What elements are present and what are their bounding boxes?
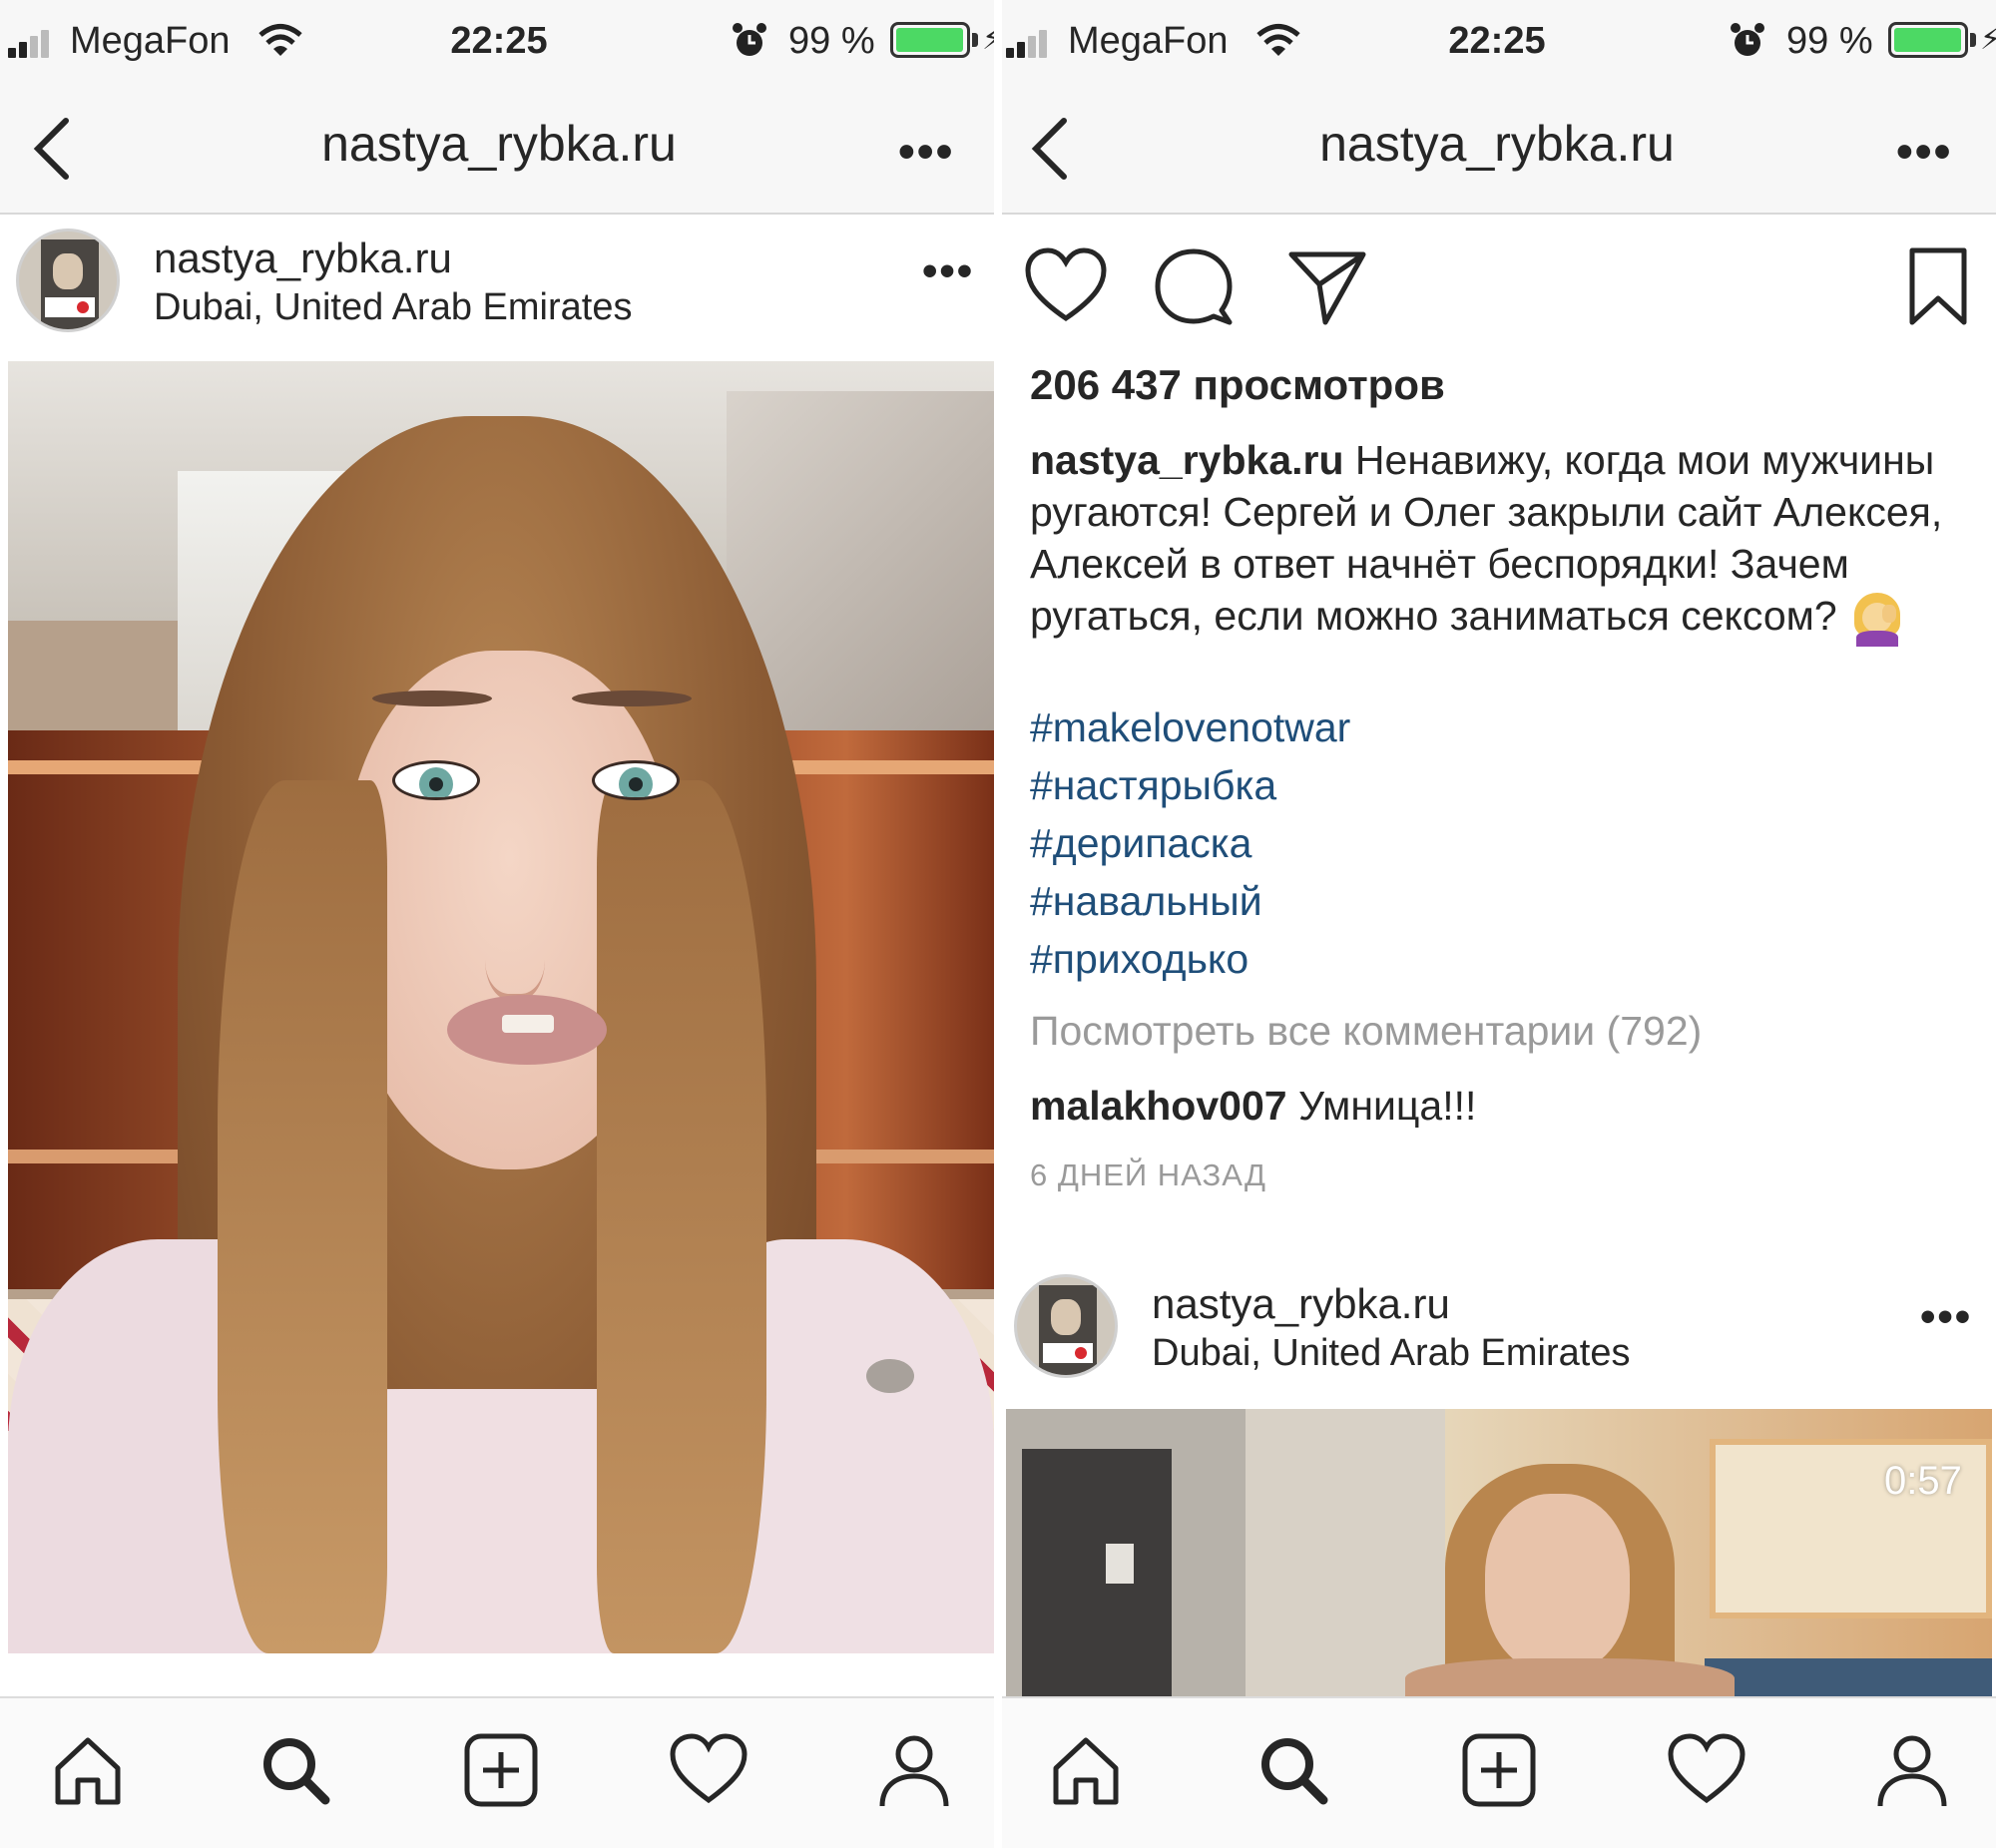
save-button[interactable] <box>1896 244 1980 328</box>
post-more-button[interactable]: ••• <box>1920 1292 1972 1342</box>
tab-bar <box>0 1696 998 1848</box>
avatar[interactable] <box>16 229 120 332</box>
activity-heart-icon <box>670 1733 748 1804</box>
nav-title: nastya_rybka.ru <box>1319 116 1675 172</box>
phone-screen-left: MegaFon 22:25 99 % ⚡ nastya_rybka.ru •••… <box>0 0 998 1848</box>
bookmark-icon <box>1909 247 1967 325</box>
post-more-button[interactable]: ••• <box>922 246 974 296</box>
alarm-icon <box>733 23 766 56</box>
tab-profile[interactable] <box>874 1730 954 1810</box>
post-header: nastya_rybka.ru Dubai, United Arab Emira… <box>0 217 998 361</box>
like-button[interactable] <box>1024 244 1108 328</box>
battery-percent: 99 % <box>1786 20 1873 62</box>
battery-percent: 99 % <box>788 20 875 62</box>
charging-bolt-icon: ⚡ <box>1980 23 1996 56</box>
tab-profile[interactable] <box>1872 1730 1952 1810</box>
post-video[interactable]: 0:57 <box>1006 1409 1992 1696</box>
comment-row: malakhov007 Умница!!! <box>1030 1083 1476 1130</box>
hashtag-link[interactable]: #приходько <box>1030 930 1350 988</box>
battery-fill <box>1894 28 1962 52</box>
nav-bar: nastya_rybka.ru ••• <box>998 85 1996 215</box>
battery-cap <box>972 33 978 47</box>
video-duration: 0:57 <box>1884 1459 1962 1503</box>
tab-search[interactable] <box>1253 1730 1333 1810</box>
hashtag-link[interactable]: #навальный <box>1030 872 1350 930</box>
nav-title: nastya_rybka.ru <box>321 116 677 172</box>
post-caption: nastya_rybka.ru Ненавижу, когда мои мужч… <box>1030 434 1978 648</box>
nav-more-button[interactable]: ••• <box>1896 125 1952 180</box>
home-icon <box>55 1737 121 1805</box>
screenshot-divider <box>994 0 1002 1848</box>
hashtag-list: #makelovenotwar #настярыбка #дерипаска #… <box>1030 698 1350 988</box>
view-all-comments-link[interactable]: Посмотреть все комментарии (792) <box>1030 1008 1702 1055</box>
hashtag-link[interactable]: #настярыбка <box>1030 756 1350 814</box>
activity-heart-icon <box>1668 1733 1746 1804</box>
post-location[interactable]: Dubai, United Arab Emirates <box>1152 1332 1630 1375</box>
phone-screen-right: MegaFon 22:25 99 % ⚡ nastya_rybka.ru ••• <box>998 0 1996 1848</box>
tab-home[interactable] <box>1046 1730 1126 1810</box>
comment-text: Умница!!! <box>1297 1083 1477 1129</box>
search-icon <box>263 1738 330 1805</box>
post-photo[interactable] <box>8 361 994 1653</box>
battery-icon <box>890 22 970 58</box>
comment-username[interactable]: malakhov007 <box>1030 1083 1287 1129</box>
post-timestamp: 6 ДНЕЙ НАЗАД <box>1030 1157 1266 1192</box>
search-icon <box>1261 1738 1328 1805</box>
post-username[interactable]: nastya_rybka.ru <box>1152 1280 1450 1328</box>
nav-more-button[interactable]: ••• <box>898 125 954 180</box>
battery-cap <box>1970 33 1976 47</box>
tab-add-post[interactable] <box>461 1730 541 1810</box>
hashtag-link[interactable]: #дерипаска <box>1030 814 1350 872</box>
comment-button[interactable] <box>1152 244 1236 328</box>
share-icon <box>1288 251 1366 325</box>
woman-facepalming-emoji-icon <box>1848 591 1906 648</box>
like-heart-icon <box>1025 247 1107 322</box>
post-location[interactable]: Dubai, United Arab Emirates <box>154 286 632 329</box>
status-bar: MegaFon 22:25 99 % ⚡ <box>998 0 1996 85</box>
profile-icon <box>879 1735 949 1807</box>
post-username[interactable]: nastya_rybka.ru <box>154 234 452 282</box>
avatar[interactable] <box>1014 1274 1118 1378</box>
tab-bar <box>998 1696 1996 1848</box>
comment-icon <box>1155 248 1233 325</box>
add-post-icon <box>1462 1733 1536 1807</box>
add-post-icon <box>464 1733 538 1807</box>
tab-search[interactable] <box>255 1730 335 1810</box>
tab-activity[interactable] <box>1667 1730 1746 1810</box>
tab-activity[interactable] <box>669 1730 748 1810</box>
share-button[interactable] <box>1285 244 1369 328</box>
post-header: nastya_rybka.ru Dubai, United Arab Emira… <box>998 1262 1996 1407</box>
status-bar: MegaFon 22:25 99 % ⚡ <box>0 0 998 85</box>
battery-fill <box>896 28 964 52</box>
home-icon <box>1053 1737 1119 1805</box>
alarm-icon <box>1731 23 1764 56</box>
hashtag-link[interactable]: #makelovenotwar <box>1030 698 1350 756</box>
tab-home[interactable] <box>48 1730 128 1810</box>
battery-icon <box>1888 22 1968 58</box>
profile-icon <box>1877 1735 1947 1807</box>
view-count[interactable]: 206 437 просмотров <box>1030 361 1445 409</box>
caption-username[interactable]: nastya_rybka.ru <box>1030 437 1344 483</box>
nav-bar: nastya_rybka.ru ••• <box>0 85 998 215</box>
tab-add-post[interactable] <box>1459 1730 1539 1810</box>
post-actions <box>998 215 1996 354</box>
